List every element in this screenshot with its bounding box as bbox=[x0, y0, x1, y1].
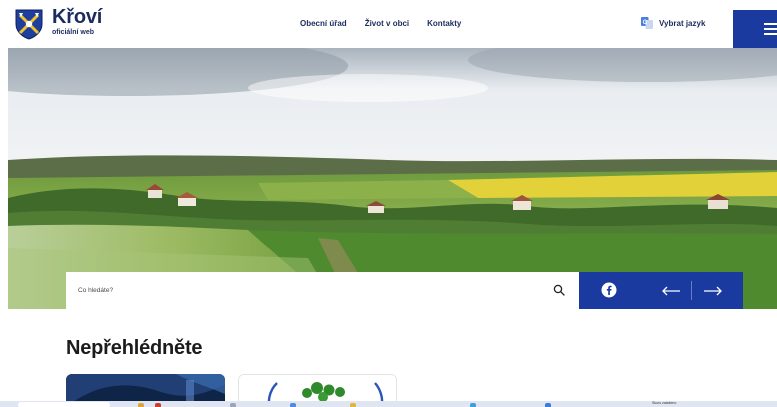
brand-subtitle: oficiální web bbox=[52, 29, 95, 36]
taskbar-app-icon[interactable] bbox=[545, 403, 551, 407]
nav-obecni-urad[interactable]: Obecní úřad bbox=[300, 19, 347, 28]
brand-title: Křoví bbox=[52, 6, 103, 28]
site-header: Křoví oficiální web Obecní úřad Život v … bbox=[0, 0, 777, 48]
taskbar-app-icon[interactable] bbox=[290, 403, 296, 407]
search-input[interactable] bbox=[78, 282, 548, 298]
facebook-icon[interactable] bbox=[601, 282, 617, 298]
arrow-left-icon bbox=[662, 286, 680, 295]
slider-next-button[interactable] bbox=[693, 272, 733, 309]
arrow-right-icon bbox=[704, 286, 722, 295]
taskbar-app-icon[interactable] bbox=[230, 403, 236, 407]
taskbar-weather: Skoro zataženo bbox=[652, 401, 677, 405]
taskbar-app-icon[interactable] bbox=[138, 403, 144, 407]
translate-icon: G bbox=[641, 17, 653, 29]
taskbar-app-icon[interactable] bbox=[350, 403, 356, 407]
nav-kontakty[interactable]: Kontakty bbox=[427, 19, 461, 28]
brand[interactable]: Křoví oficiální web bbox=[52, 6, 102, 36]
taskbar-app-icon[interactable] bbox=[155, 403, 161, 407]
social-and-slider-controls bbox=[579, 272, 743, 309]
search-icon[interactable] bbox=[553, 284, 565, 296]
hero-landscape-image bbox=[8, 48, 777, 309]
os-taskbar: Skoro zataženo bbox=[0, 401, 777, 407]
municipal-crest-icon[interactable] bbox=[14, 8, 44, 40]
taskbar-search[interactable] bbox=[18, 402, 110, 407]
hamburger-menu-icon[interactable] bbox=[733, 10, 777, 48]
search-bar bbox=[66, 272, 579, 309]
slider-prev-button[interactable] bbox=[651, 272, 691, 309]
language-label: Vybrat jazyk bbox=[659, 18, 706, 28]
taskbar-app-icon[interactable] bbox=[470, 403, 476, 407]
section-title: Nepřehlédněte bbox=[66, 337, 203, 359]
arrow-divider bbox=[691, 281, 692, 300]
nav-zivot-v-obci[interactable]: Život v obci bbox=[365, 19, 409, 28]
language-selector[interactable]: G Vybrat jazyk bbox=[641, 17, 705, 29]
svg-text:G: G bbox=[643, 20, 648, 26]
main-nav: Obecní úřad Život v obci Kontakty bbox=[300, 19, 461, 28]
